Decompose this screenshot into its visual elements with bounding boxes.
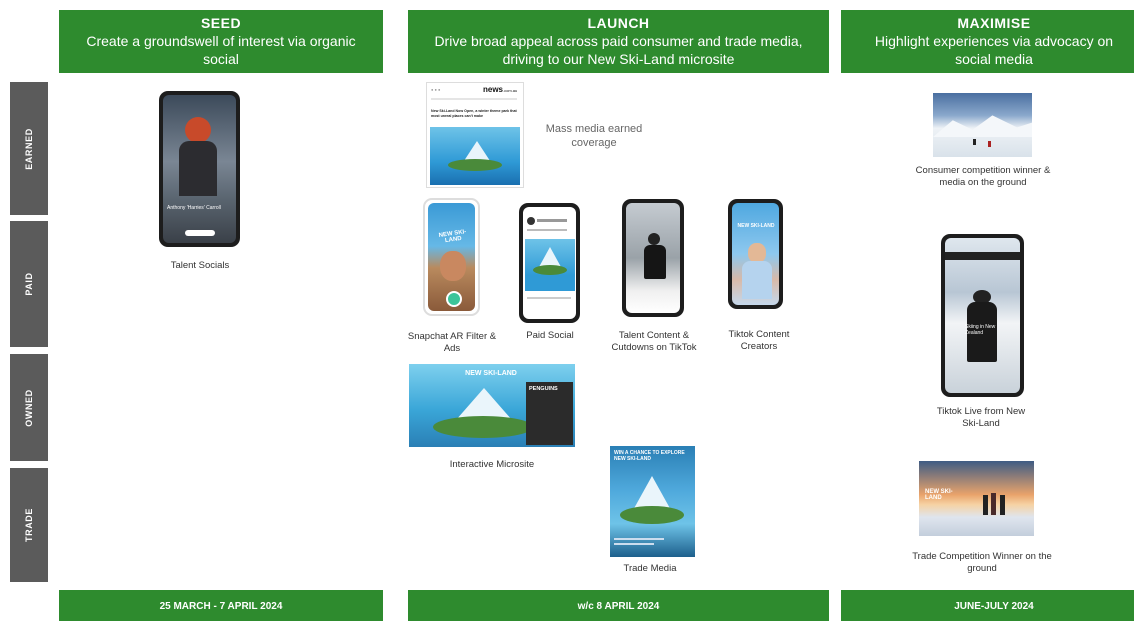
snapchat-caption: Snapchat AR Filter & Ads (407, 331, 497, 354)
talent-tiktok-caption: Talent Content & Cutdowns on TikTok (611, 330, 697, 353)
launch-description: Drive broad appeal across paid consumer … (434, 33, 803, 67)
launch-header: LAUNCH Drive broad appeal across paid co… (408, 10, 829, 73)
microsite-badge: PENGUINS (529, 386, 558, 392)
paid-social-caption: Paid Social (526, 330, 574, 341)
news-logo: news.com.au (483, 85, 518, 94)
row-label-paid: PAID (10, 221, 48, 347)
mass-media-caption: Mass media earned coverage (545, 123, 643, 149)
microsite-thumbnail: NEW SKI-LAND PENGUINS (409, 364, 575, 447)
seed-dates: 25 MARCH - 7 APRIL 2024 (59, 590, 383, 621)
talent-name-overlay: Anthony 'Harries' Carroll (167, 205, 221, 211)
tiktok-live-phone: Skiing in New Zealand (941, 234, 1024, 397)
trade-media-caption: Trade Media (623, 563, 677, 574)
row-label-owned: OWNED (10, 354, 48, 461)
trade-comp-caption: Trade Competition Winner on the ground (912, 551, 1052, 574)
tiktok-live-caption: Tiktok Live from New Ski-Land (936, 406, 1026, 429)
talent-socials-caption: Talent Socials (170, 260, 230, 271)
tiktok-live-overlay: Skiing in New Zealand (965, 324, 996, 336)
trade-comp-logo: NEW SKI-LAND (925, 489, 953, 501)
paid-social-phone (519, 203, 580, 323)
row-label-earned: EARNED (10, 82, 48, 215)
seed-title: SEED (200, 15, 242, 31)
seed-description: Create a groundswell of interest via org… (86, 33, 356, 67)
maximise-description: Highlight experiences via advocacy on so… (874, 33, 1114, 67)
tiktok-creators-phone: NEW SKI-LAND (728, 199, 783, 309)
trade-comp-photo: NEW SKI-LAND (919, 461, 1034, 536)
consumer-comp-caption: Consumer competition winner & media on t… (915, 165, 1051, 188)
maximise-title: MAXIMISE (957, 15, 1031, 31)
talent-socials-phone: Anthony 'Harries' Carroll (159, 91, 240, 247)
trade-media-thumbnail: WIN A CHANCE TO EXPLORE NEW SKI-LAND (610, 446, 695, 557)
maximise-dates: JUNE-JULY 2024 (841, 590, 1134, 621)
news-headline: New Ski-Land Now Open, a winter theme pa… (431, 109, 517, 118)
snapchat-logo-overlay: NEW SKI-LAND (438, 229, 467, 245)
consumer-comp-photo (933, 93, 1032, 157)
creators-logo-overlay: NEW SKI-LAND (737, 223, 775, 229)
talent-tiktok-phone (622, 199, 684, 317)
maximise-header: MAXIMISE Highlight experiences via advoc… (841, 10, 1134, 73)
trade-media-headline: WIN A CHANCE TO EXPLORE NEW SKI-LAND (614, 450, 685, 462)
snapchat-ar-phone: NEW SKI-LAND (423, 198, 480, 316)
seed-header: SEED Create a groundswell of interest vi… (59, 10, 383, 73)
microsite-caption: Interactive Microsite (449, 459, 535, 470)
microsite-logo: NEW SKI-LAND (465, 370, 517, 377)
launch-dates: w/c 8 APRIL 2024 (408, 590, 829, 621)
row-label-trade: TRADE (10, 468, 48, 582)
launch-title: LAUNCH (587, 15, 650, 31)
tiktok-creators-caption: Tiktok Content Creators (728, 329, 790, 352)
talent-photo (185, 117, 211, 143)
news-article-thumbnail: ● ● ● news.com.au New Ski-Land Now Open,… (426, 82, 524, 188)
